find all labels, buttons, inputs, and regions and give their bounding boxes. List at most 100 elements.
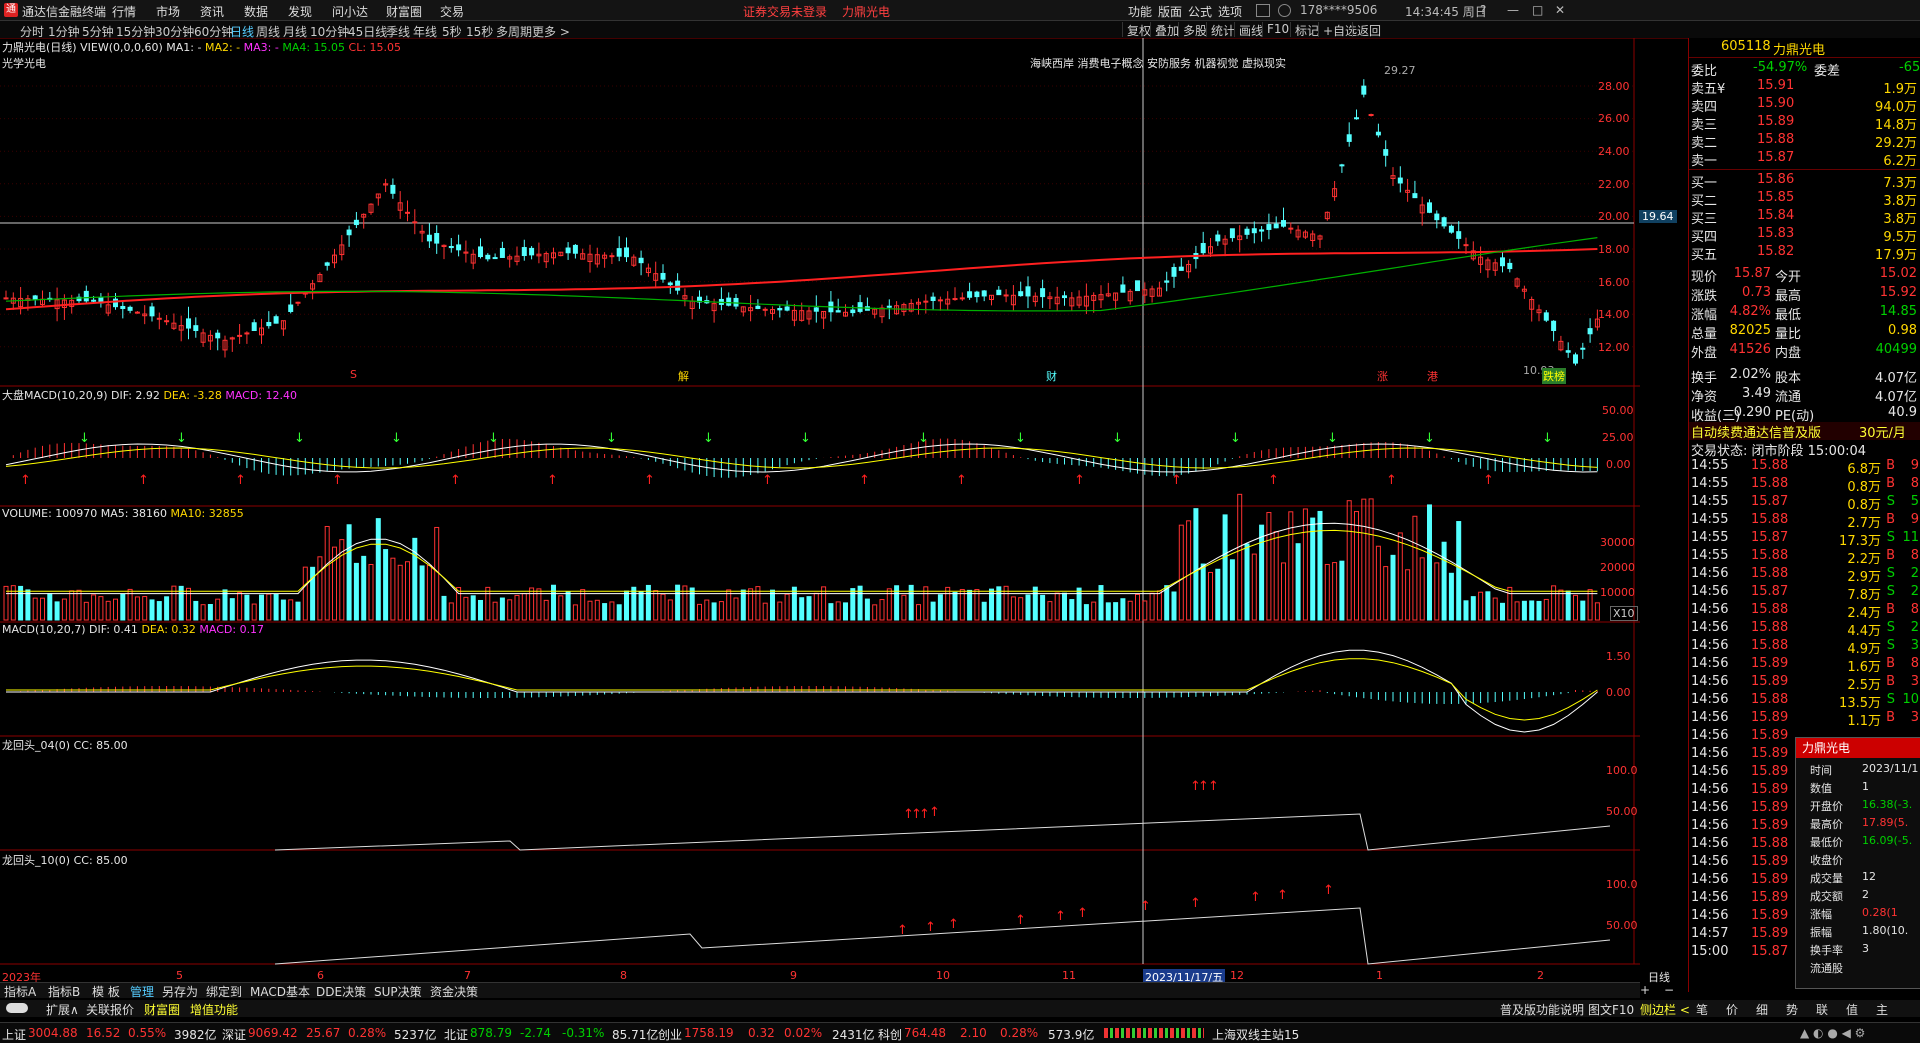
event-mark[interactable]: S xyxy=(350,368,357,381)
buy-level-row[interactable]: 买三 15.84 3.8万 xyxy=(1689,208,1920,227)
tick-row[interactable]: 14:56 15.88 4.9万 S 3 xyxy=(1689,638,1920,657)
stat-row[interactable]: 收益(三) 0.290 PE(动) 40.9 xyxy=(1689,405,1920,424)
stat-row[interactable]: 涨跌 0.73 最高 15.92 xyxy=(1689,285,1920,304)
event-mark[interactable]: 解 xyxy=(678,368,689,384)
stat-row[interactable]: 涨幅 4.82% 最低 14.85 xyxy=(1689,304,1920,323)
toggle-icon[interactable] xyxy=(6,1003,28,1013)
stat-row[interactable]: 换手 2.02% 股本 4.07亿 xyxy=(1689,367,1920,386)
stat-row[interactable]: 外盘 41526 内盘 40499 xyxy=(1689,342,1920,361)
menu-jiaoyi[interactable]: 交易 xyxy=(440,3,464,20)
minimize-icon[interactable]: — xyxy=(1507,3,1519,17)
tab-macd-basic[interactable]: MACD基本 xyxy=(250,983,310,1000)
sh-name[interactable]: 上证 xyxy=(2,1026,26,1043)
event-mark[interactable]: 涨 xyxy=(1377,368,1388,384)
tab-indicator-b[interactable]: 指标B xyxy=(48,983,80,1000)
tick-row[interactable]: 14:56 15.87 7.8万 S 2 xyxy=(1689,584,1920,603)
close-icon[interactable]: ✕ xyxy=(1555,3,1565,17)
bz-name[interactable]: 北证 xyxy=(444,1026,468,1043)
stat-row[interactable]: 总量 82025 量比 0.98 xyxy=(1689,323,1920,342)
event-mark[interactable]: 跌榜 xyxy=(1542,368,1566,384)
tick-row[interactable]: 14:56 15.88 13.5万 S 10 xyxy=(1689,692,1920,711)
tab-caifuquan[interactable]: 财富圈 xyxy=(144,1001,180,1018)
qtab-zhu[interactable]: 主 xyxy=(1876,1001,1888,1018)
tab-indicator-a[interactable]: 指标A xyxy=(4,983,36,1000)
menu-xuanxiang[interactable]: 选项 xyxy=(1218,3,1242,20)
tab-basic-help[interactable]: 普及版功能说明 xyxy=(1500,1001,1584,1018)
stat-row[interactable]: 净资 3.49 流通 4.07亿 xyxy=(1689,386,1920,405)
settings-icon[interactable] xyxy=(1278,4,1291,17)
menu-shuju[interactable]: 数据 xyxy=(244,3,268,20)
tick-row[interactable]: 14:56 15.89 1.1万 B 3 xyxy=(1689,710,1920,729)
tick-row[interactable]: 14:55 15.88 2.7万 B 9 xyxy=(1689,512,1920,531)
menu-gongshi[interactable]: 公式 xyxy=(1188,3,1212,20)
tab-template[interactable]: 模 板 xyxy=(92,983,120,1000)
tick-row[interactable]: 14:56 15.88 2.4万 B 8 xyxy=(1689,602,1920,621)
help-icon[interactable]: ? xyxy=(1480,3,1486,17)
sell-level-row[interactable]: 卖四 15.90 94.0万 xyxy=(1689,96,1920,115)
sz-name[interactable]: 深证 xyxy=(222,1026,246,1043)
tab-dde[interactable]: DDE决策 xyxy=(316,983,366,1000)
buy-level-row[interactable]: 买四 15.83 9.5万 xyxy=(1689,226,1920,245)
maximize-icon[interactable]: □ xyxy=(1532,3,1543,17)
menu-shichang[interactable]: 市场 xyxy=(156,3,180,20)
message-icon[interactable] xyxy=(1256,4,1270,17)
tick-row[interactable]: 14:55 15.88 6.8万 B 9 xyxy=(1689,458,1920,477)
tab-save-as[interactable]: 另存为 xyxy=(162,983,198,1000)
stat-row[interactable]: 现价 15.87 今开 15.02 xyxy=(1689,266,1920,285)
account-label[interactable]: 178****9506 xyxy=(1300,3,1377,17)
zoom-in-icon[interactable]: + xyxy=(1640,983,1650,997)
qtab-jia[interactable]: 价 xyxy=(1726,1001,1738,1018)
tab-sidebar[interactable]: 侧边栏 < xyxy=(1640,1001,1690,1018)
tick-row[interactable]: 14:55 15.87 17.3万 S 11 xyxy=(1689,530,1920,549)
zoom-out-icon[interactable]: − xyxy=(1664,983,1674,997)
promo-row[interactable]: 自动续费通达信普及版 30元/月 xyxy=(1689,422,1920,441)
sell-level-row[interactable]: 卖五¥ 15.91 1.9万 xyxy=(1689,78,1920,97)
menu-zixun[interactable]: 资讯 xyxy=(200,3,224,20)
status-icons[interactable]: ▲ ◐ ● ◀ ⚙ xyxy=(1800,1026,1865,1040)
qtab-zhi[interactable]: 值 xyxy=(1846,1001,1858,1018)
server-name[interactable]: 上海双线主站15 xyxy=(1212,1026,1299,1043)
buy-level-row[interactable]: 买一 15.86 7.3万 xyxy=(1689,172,1920,191)
tab-expand[interactable]: 扩展∧ xyxy=(46,1001,79,1018)
cy-name[interactable]: 创业 xyxy=(658,1026,682,1043)
tab-bind-to[interactable]: 绑定到 xyxy=(206,983,242,1000)
qtab-xi[interactable]: 细 xyxy=(1756,1001,1768,1018)
tick-row[interactable]: 14:55 15.88 0.8万 B 8 xyxy=(1689,476,1920,495)
tab-sup[interactable]: SUP决策 xyxy=(374,983,422,1000)
kc-name[interactable]: 科创 xyxy=(878,1026,902,1043)
buy-level-row[interactable]: 买五 15.82 17.9万 xyxy=(1689,244,1920,263)
sell-level-row[interactable]: 卖一 15.87 6.2万 xyxy=(1689,150,1920,169)
qtab-lian[interactable]: 联 xyxy=(1816,1001,1828,1018)
tick-row[interactable]: 14:55 15.88 2.2万 B 8 xyxy=(1689,548,1920,567)
menu-banmian[interactable]: 版面 xyxy=(1158,3,1182,20)
tab-f10-graphic[interactable]: 图文F10 xyxy=(1588,1001,1634,1018)
menu-caifuquan[interactable]: 财富圈 xyxy=(386,3,422,20)
tab-value-added[interactable]: 增值功能 xyxy=(190,1001,238,1018)
tab-manage[interactable]: 管理 xyxy=(130,983,154,1000)
sell-level-row[interactable]: 卖二 15.88 29.2万 xyxy=(1689,132,1920,151)
kline-chart-area[interactable]: ↑ ↓ ↑ ↓ ↑ ↓ ↑ ↓ ↑ ↓ ↑ ↓ ↑ ↓ ↑ ↓ ↑ ↓ ↑ ↓ ↑ ↓ ↑ ↓ ↑ ↓ ↑ ↓ ↑ ↓ ↑ ↑ ↑ ↑ ↑ ↑ ↑ ↑ ↑ ↑… xyxy=(0,38,1677,992)
tool-back[interactable]: 返回 xyxy=(1352,22,1385,38)
tab-fund[interactable]: 资金决策 xyxy=(430,983,478,1000)
menu-wenxiaoda[interactable]: 问小达 xyxy=(332,3,368,20)
login-notice[interactable]: 证券交易未登录 xyxy=(743,3,827,20)
promo-text[interactable]: 自动续费通达信普及版 xyxy=(1691,422,1821,441)
tick-row[interactable]: 14:55 15.87 0.8万 S 5 xyxy=(1689,494,1920,513)
menu-faxian[interactable]: 发现 xyxy=(288,3,312,20)
tab-related-quotes[interactable]: 关联报价 xyxy=(86,1001,134,1018)
kline-chart-svg[interactable]: ↑ ↓ ↑ ↓ ↑ ↓ ↑ ↓ ↑ ↓ ↑ ↓ ↑ ↓ ↑ ↓ ↑ ↓ ↑ ↓ ↑ ↓ ↑ ↓ ↑ ↓ ↑ ↓ ↑ ↓ ↑ ↑ ↑ ↑ ↑ ↑ ↑ ↑ ↑ ↑… xyxy=(0,38,1640,992)
event-mark[interactable]: 港 xyxy=(1427,368,1438,384)
buy-level-row[interactable]: 买二 15.85 3.8万 xyxy=(1689,190,1920,209)
tick-row[interactable]: 14:56 15.89 2.5万 B 3 xyxy=(1689,674,1920,693)
event-mark[interactable]: 财 xyxy=(1046,368,1057,384)
qtab-shi[interactable]: 势 xyxy=(1786,1001,1798,1018)
sell-level-row[interactable]: 卖三 15.89 14.8万 xyxy=(1689,114,1920,133)
promo-price[interactable]: 30元/月 xyxy=(1859,422,1906,441)
tool-f10[interactable]: F10 xyxy=(1262,22,1293,37)
menu-gongneng[interactable]: 功能 xyxy=(1128,3,1152,20)
tick-row[interactable]: 14:56 15.89 1.6万 B 8 xyxy=(1689,656,1920,675)
qtab-bi[interactable]: 笔 xyxy=(1696,1001,1708,1018)
tick-row[interactable]: 14:56 15.88 2.9万 S 2 xyxy=(1689,566,1920,585)
tick-row[interactable]: 14:56 15.88 4.4万 S 2 xyxy=(1689,620,1920,639)
menu-hangqing[interactable]: 行情 xyxy=(112,3,136,20)
